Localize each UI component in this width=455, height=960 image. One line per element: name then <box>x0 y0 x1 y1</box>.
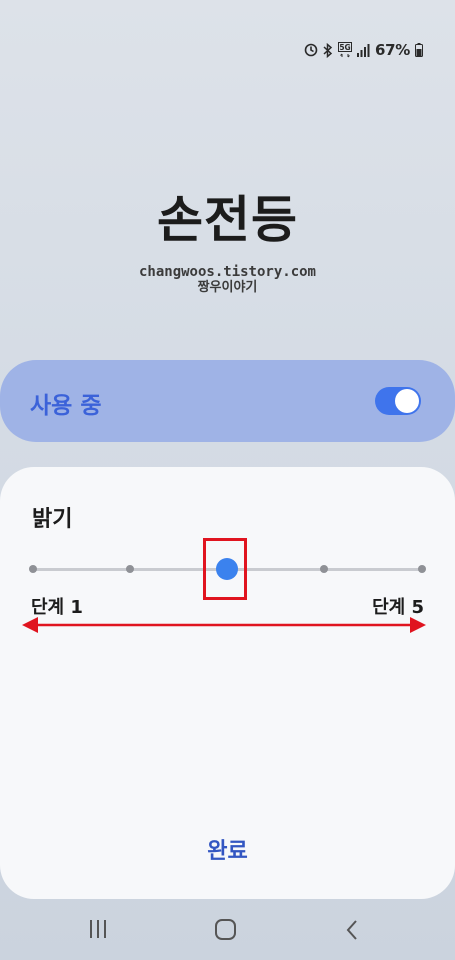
back-icon[interactable] <box>344 918 360 942</box>
status-bar: 5G 67% <box>304 38 423 62</box>
slider-tick-2[interactable] <box>126 565 134 573</box>
done-button[interactable]: 완료 <box>0 833 455 865</box>
slider-tick-1[interactable] <box>29 565 37 573</box>
signal-icon <box>356 43 370 57</box>
slider-tick-5[interactable] <box>418 565 426 573</box>
watermark-url: changwoos.tistory.com <box>138 264 316 280</box>
svg-text:5G: 5G <box>339 43 350 52</box>
double-arrow-annotation <box>22 617 426 633</box>
page-title: 손전등 <box>157 191 298 249</box>
in-use-label: 사용 중 <box>30 393 102 419</box>
switch-knob <box>395 389 419 413</box>
recent-apps-icon[interactable] <box>88 918 108 940</box>
slider-tick-4[interactable] <box>320 565 328 573</box>
brightness-sheet: 밝기 단계 1 단계 5 완료 <box>0 467 455 899</box>
home-icon[interactable] <box>214 918 238 942</box>
watermark: changwoos.tistory.com 짱우이야기 <box>0 264 455 296</box>
watermark-name: 짱우이야기 <box>197 280 258 295</box>
battery-icon <box>415 43 423 57</box>
navigation-bar <box>0 910 455 950</box>
data-saver-icon <box>304 43 318 57</box>
bluetooth-icon <box>323 42 333 58</box>
in-use-toggle-row[interactable]: 사용 중 <box>0 360 455 442</box>
in-use-switch[interactable] <box>375 387 421 415</box>
5g-icon: 5G <box>337 42 352 58</box>
battery-percent: 67% <box>374 41 410 59</box>
highlight-box <box>203 538 247 600</box>
brightness-title: 밝기 <box>32 507 73 532</box>
